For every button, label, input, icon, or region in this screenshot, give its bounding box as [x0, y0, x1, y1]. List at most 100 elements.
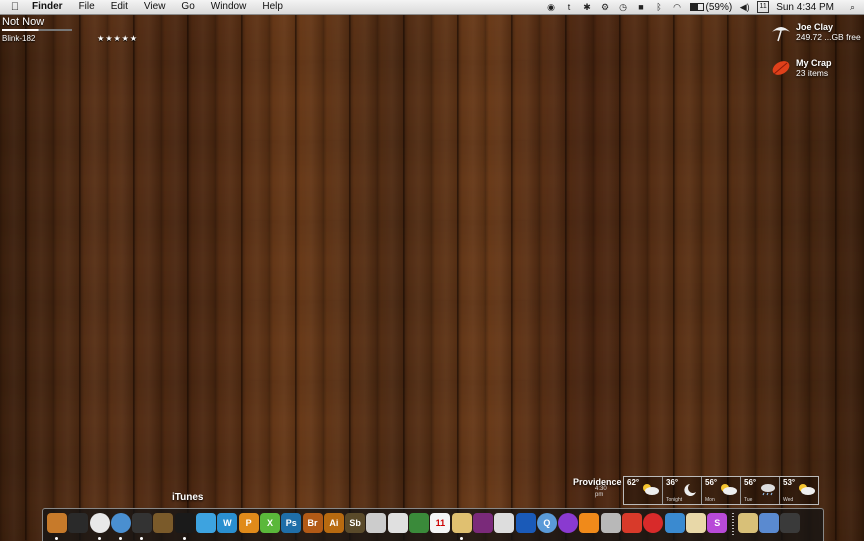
bulb-icon[interactable]: ✱	[582, 2, 593, 12]
desktop-item-name: My Crap	[796, 58, 832, 68]
dock-wordpress-icon[interactable]: W	[217, 513, 238, 533]
dock-itunes-icon[interactable]	[153, 513, 174, 533]
rain-icon	[761, 484, 775, 496]
dock-bridge-icon[interactable]: Br	[302, 513, 323, 533]
dock-calendar-icon[interactable]: 11	[430, 513, 451, 533]
dock-terminal-icon[interactable]	[174, 513, 195, 540]
forecast-day-label: Wed	[783, 497, 794, 503]
partly-cloudy-icon	[643, 484, 659, 495]
dock-icon-glyph: 11	[435, 518, 446, 528]
spotlight-icon[interactable]: ⌕	[847, 2, 858, 12]
dock-finder-icon[interactable]	[47, 513, 67, 540]
dock-icon-glyph: S	[714, 518, 721, 528]
dock-twitter-icon[interactable]	[196, 513, 217, 533]
rating-stars[interactable]: ★★★★★	[97, 34, 138, 43]
gear-icon[interactable]: ⚙	[600, 2, 611, 12]
now-playing-widget: Not Now Blink-182 ★★★★★	[2, 16, 138, 43]
forecast-day: 56° Tue	[741, 477, 780, 504]
forecast-temp: 36°	[666, 478, 679, 487]
song-title: Not Now	[2, 16, 45, 28]
volume-icon[interactable]: ◀)	[739, 2, 750, 12]
battery-percent: (59%)	[705, 1, 733, 13]
artist-name: Blink-182	[2, 34, 36, 43]
dock-icon-glyph: Br	[307, 518, 318, 528]
bluetooth-icon[interactable]: ᛒ	[654, 2, 665, 12]
dock-icon-glyph: Q	[543, 518, 551, 528]
forecast-day: 36° Tonight	[663, 477, 702, 504]
dock-orb-icon[interactable]	[558, 513, 579, 533]
dock-documents-icon[interactable]	[737, 513, 758, 533]
wood-wallpaper	[0, 0, 864, 540]
menu-edit[interactable]: Edit	[103, 0, 136, 14]
dock-icon-glyph: Ps	[285, 518, 297, 528]
dropbox-icon[interactable]: ■	[636, 2, 647, 12]
dock-lifesaver-icon[interactable]	[643, 513, 664, 533]
dock-automator-icon[interactable]	[366, 513, 387, 533]
dock-photoshop-icon[interactable]: Ps	[281, 513, 302, 533]
weather-time: 4:30 pm	[595, 486, 607, 498]
desktop-item-detail: 249.72 ...GB free	[796, 32, 861, 42]
wifi-icon[interactable]: ◠	[672, 2, 683, 12]
dock-icon-glyph: P	[245, 518, 252, 528]
dock-twitterrific-icon[interactable]	[664, 513, 685, 533]
calendar-icon[interactable]: 11	[757, 1, 770, 13]
forecast-temp: 56°	[705, 478, 718, 487]
apple-menu-icon[interactable]: 	[6, 1, 24, 13]
dock-dictionary-icon[interactable]	[600, 513, 621, 533]
twitter-icon[interactable]: t	[564, 2, 575, 12]
dock-facetime-icon[interactable]	[132, 513, 153, 540]
forecast-temp: 53°	[783, 478, 796, 487]
dock-quicksilver-icon[interactable]: Q	[536, 513, 557, 533]
dock-cube-icon[interactable]	[515, 513, 536, 533]
dock-hover-label: iTunes	[172, 492, 204, 503]
red-leaf-folder-icon	[772, 61, 790, 75]
clock[interactable]: Sun 4:34 PM	[776, 2, 834, 13]
umbrella-drive-icon	[772, 27, 790, 42]
forecast-day: 56° Mon	[702, 477, 741, 504]
desktop-folder-my-crap[interactable]: My Crap 23 items	[770, 58, 832, 78]
dock-safari-icon[interactable]	[110, 513, 131, 540]
menu-help[interactable]: Help	[254, 0, 291, 14]
dock-illustrator-icon[interactable]: Ai	[323, 513, 344, 533]
dock-vlc-icon[interactable]	[579, 513, 600, 533]
dock-skype-icon[interactable]: S	[707, 513, 728, 533]
dock-piano-icon[interactable]	[494, 513, 515, 533]
dock-preview-icon[interactable]	[409, 513, 430, 533]
forecast-day-label: Tue	[744, 497, 753, 503]
dock: W P X Ps Br Ai Sb 11 Q S	[42, 508, 824, 541]
dock-xcode-icon[interactable]: X	[259, 513, 280, 533]
forecast-day-label: Mon	[705, 497, 715, 503]
dock-notes-icon[interactable]	[451, 513, 472, 540]
forecast-strip: 62° 36° Tonight 56° Mon 56° Tue 53° Wed	[623, 476, 819, 505]
desktop-drive-joe-clay[interactable]: Joe Clay 249.72 ...GB free	[770, 22, 861, 42]
dock-icon-glyph: Ai	[329, 518, 339, 528]
desktop-item-detail: 23 items	[796, 68, 829, 78]
dock-paintbrush-icon[interactable]	[622, 513, 643, 533]
battery-icon[interactable]: (59%)	[689, 1, 733, 13]
menu-bar:  FinderFileEditViewGoWindowHelp ◉ t ✱ ⚙…	[0, 0, 864, 15]
dock-dashboard-icon[interactable]	[68, 513, 89, 533]
menu-window[interactable]: Window	[203, 0, 255, 14]
dock-pages-icon[interactable]: P	[238, 513, 259, 533]
menu-file[interactable]: File	[71, 0, 103, 14]
gamepad-icon[interactable]: ◉	[546, 2, 557, 12]
time-machine-icon[interactable]: ◷	[618, 2, 629, 12]
moon-icon	[684, 484, 696, 496]
dock-clock-icon[interactable]	[89, 513, 110, 540]
dock-separator	[731, 513, 734, 535]
status-area: ◉ t ✱ ⚙ ◷ ■ ᛒ ◠ (59%) ◀) 11 Sun 4:34 PM …	[546, 0, 859, 14]
dock-icon-glyph: X	[266, 518, 273, 528]
dock-icon-glyph: W	[223, 518, 232, 528]
dock-trash-icon[interactable]	[780, 513, 801, 533]
menu-view[interactable]: View	[136, 0, 174, 14]
dock-downloads-icon[interactable]	[759, 513, 780, 533]
forecast-day-label: Tonight	[666, 497, 683, 503]
menu-finder[interactable]: Finder	[24, 0, 71, 14]
dock-mail-icon[interactable]	[387, 513, 408, 533]
dock-soundbooth-icon[interactable]: Sb	[345, 513, 366, 533]
forecast-temp: 62°	[627, 478, 640, 487]
dock-textedit-icon[interactable]	[685, 513, 706, 533]
partly-cloudy-icon	[799, 484, 815, 495]
menu-go[interactable]: Go	[173, 0, 202, 14]
dock-photo-icon[interactable]	[472, 513, 493, 533]
